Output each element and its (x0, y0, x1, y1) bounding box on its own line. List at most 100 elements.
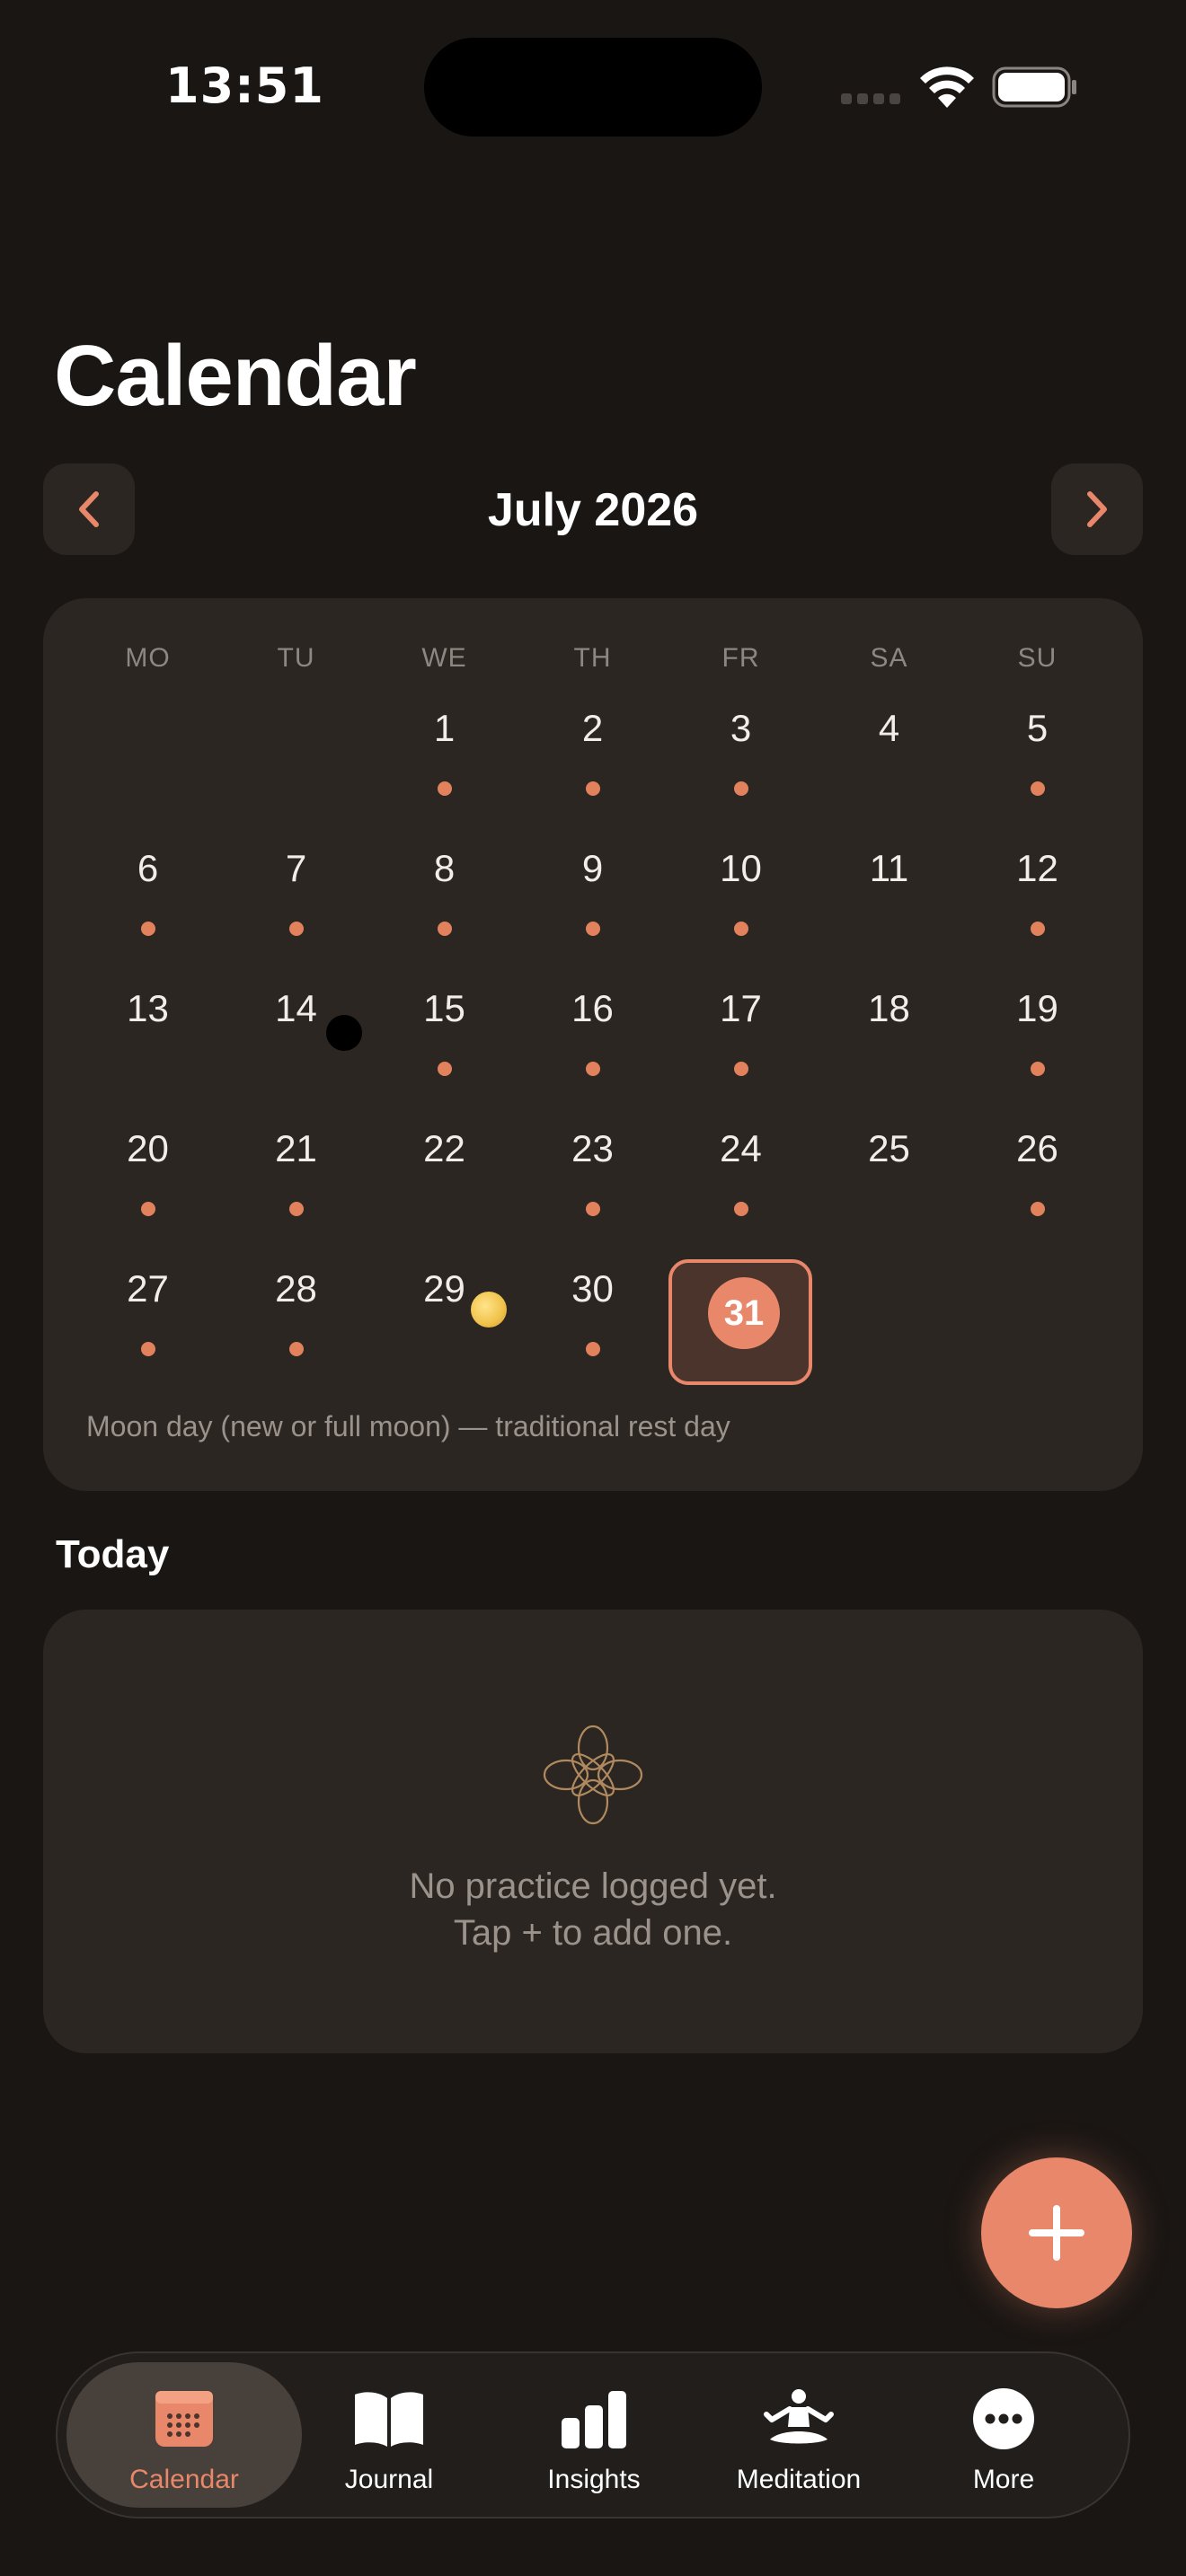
practice-logged-dot (585, 1342, 600, 1356)
calendar-day[interactable]: 12 (963, 837, 1111, 977)
calendar-day[interactable]: 17 (667, 977, 815, 1117)
lotus-knot-icon (543, 1725, 643, 1825)
calendar-day[interactable]: 22 (370, 1117, 518, 1257)
calendar-card: MO TU WE TH FR SA SU 1 2 3 4 5 6 7 8 9 10 11 12 13 14… (43, 598, 1143, 1491)
calendar-day[interactable]: 29 (370, 1257, 518, 1398)
calendar-day[interactable]: 2 (518, 697, 667, 837)
calendar-day[interactable]: 16 (518, 977, 667, 1117)
day-number: 2 (581, 707, 604, 749)
day-number: 15 (423, 987, 465, 1029)
calendar-day[interactable]: 18 (815, 977, 963, 1117)
day-number: 12 (1016, 847, 1058, 889)
calendar-day[interactable]: 10 (667, 837, 815, 977)
calendar-day[interactable]: 13 (74, 977, 222, 1117)
practice-logged-dot (437, 781, 452, 796)
calendar-day[interactable]: 25 (815, 1117, 963, 1257)
calendar-empty-cell (74, 697, 222, 837)
day-number: 17 (720, 987, 762, 1029)
chevron-right-icon (1087, 491, 1107, 527)
calendar-empty-cell (222, 697, 370, 837)
practice-logged-dot (733, 1202, 748, 1216)
tab-more[interactable]: More (886, 2362, 1121, 2508)
more-icon (973, 2388, 1034, 2449)
today-card: No practice logged yet. Tap + to add one… (43, 1610, 1143, 2053)
cellular-signal-icon (841, 93, 900, 104)
calendar-day[interactable]: 5 (963, 697, 1111, 837)
calendar-icon (155, 2391, 213, 2447)
calendar-day[interactable]: 31 (667, 1257, 815, 1398)
day-number: 6 (137, 847, 159, 889)
day-number: 22 (423, 1127, 465, 1169)
month-navigation: July 2026 (43, 463, 1143, 557)
day-number: 21 (275, 1127, 317, 1169)
day-number: 24 (720, 1127, 762, 1169)
tab-journal[interactable]: Journal (271, 2362, 507, 2508)
weekday-label: SA (870, 643, 908, 673)
day-number: 9 (581, 847, 604, 889)
calendar-day[interactable]: 6 (74, 837, 222, 977)
weekday-label: WE (421, 643, 467, 673)
bar-chart-icon (562, 2391, 626, 2448)
calendar-day[interactable]: 27 (74, 1257, 222, 1398)
tab-label: Meditation (736, 2465, 862, 2494)
day-number: 7 (285, 847, 307, 889)
tab-calendar[interactable]: Calendar (66, 2362, 302, 2508)
weekday-label: MO (125, 643, 171, 673)
calendar-day[interactable]: 21 (222, 1117, 370, 1257)
day-number: 8 (433, 847, 456, 889)
calendar-week-row: 1 2 3 4 5 (74, 697, 1112, 837)
calendar-day[interactable]: 4 (815, 697, 963, 837)
day-number: 23 (571, 1127, 614, 1169)
practice-logged-dot (437, 922, 452, 936)
day-number: 27 (127, 1267, 169, 1310)
calendar-empty-cell (815, 1257, 963, 1398)
status-time: 13:51 (165, 57, 324, 114)
calendar-day[interactable]: 1 (370, 697, 518, 837)
calendar-day[interactable]: 9 (518, 837, 667, 977)
weekday-label: FR (721, 643, 760, 673)
calendar-day[interactable]: 28 (222, 1257, 370, 1398)
calendar-day[interactable]: 11 (815, 837, 963, 977)
calendar-day[interactable]: 23 (518, 1117, 667, 1257)
day-number: 19 (1016, 987, 1058, 1029)
calendar-day[interactable]: 19 (963, 977, 1111, 1117)
practice-logged-dot (288, 1202, 304, 1216)
day-number: 25 (868, 1127, 910, 1169)
book-icon (355, 2392, 423, 2447)
practice-logged-dot (585, 922, 600, 936)
day-number: 10 (720, 847, 762, 889)
weekday-label: SU (1017, 643, 1058, 673)
day-number: 3 (730, 707, 752, 749)
dynamic-island (424, 38, 762, 137)
page-title: Calendar (54, 328, 417, 424)
calendar-day[interactable]: 14 (222, 977, 370, 1117)
tab-label: Insights (547, 2465, 641, 2494)
tab-bar: Calendar Journal Insights Meditation Mor… (56, 2351, 1130, 2519)
calendar-day[interactable]: 20 (74, 1117, 222, 1257)
practice-logged-dot (585, 781, 600, 796)
tab-insights[interactable]: Insights (476, 2362, 712, 2508)
practice-logged-dot (1030, 1202, 1045, 1216)
calendar-day[interactable]: 3 (667, 697, 815, 837)
add-practice-button[interactable] (981, 2157, 1132, 2308)
calendar-week-row: 27 28 29 30 31 (74, 1257, 1112, 1398)
practice-logged-dot (1030, 1062, 1045, 1076)
day-number: 1 (433, 707, 456, 749)
battery-icon (992, 66, 1076, 108)
wifi-icon (920, 66, 974, 108)
practice-logged-dot (140, 1342, 155, 1356)
calendar-day[interactable]: 26 (963, 1117, 1111, 1257)
practice-logged-dot (585, 1062, 600, 1076)
empty-state-line: No practice logged yet. (409, 1866, 777, 1906)
calendar-day[interactable]: 30 (518, 1257, 667, 1398)
calendar-day[interactable]: 8 (370, 837, 518, 977)
empty-state-message: No practice logged yet. Tap + to add one… (43, 1863, 1143, 1956)
calendar-day[interactable]: 24 (667, 1117, 815, 1257)
calendar-day[interactable]: 15 (370, 977, 518, 1117)
next-month-button[interactable] (1051, 463, 1143, 555)
practice-logged-dot (140, 1202, 155, 1216)
practice-logged-dot (437, 1062, 452, 1076)
calendar-day[interactable]: 7 (222, 837, 370, 977)
tab-meditation[interactable]: Meditation (681, 2362, 916, 2508)
day-number: 20 (127, 1127, 169, 1169)
